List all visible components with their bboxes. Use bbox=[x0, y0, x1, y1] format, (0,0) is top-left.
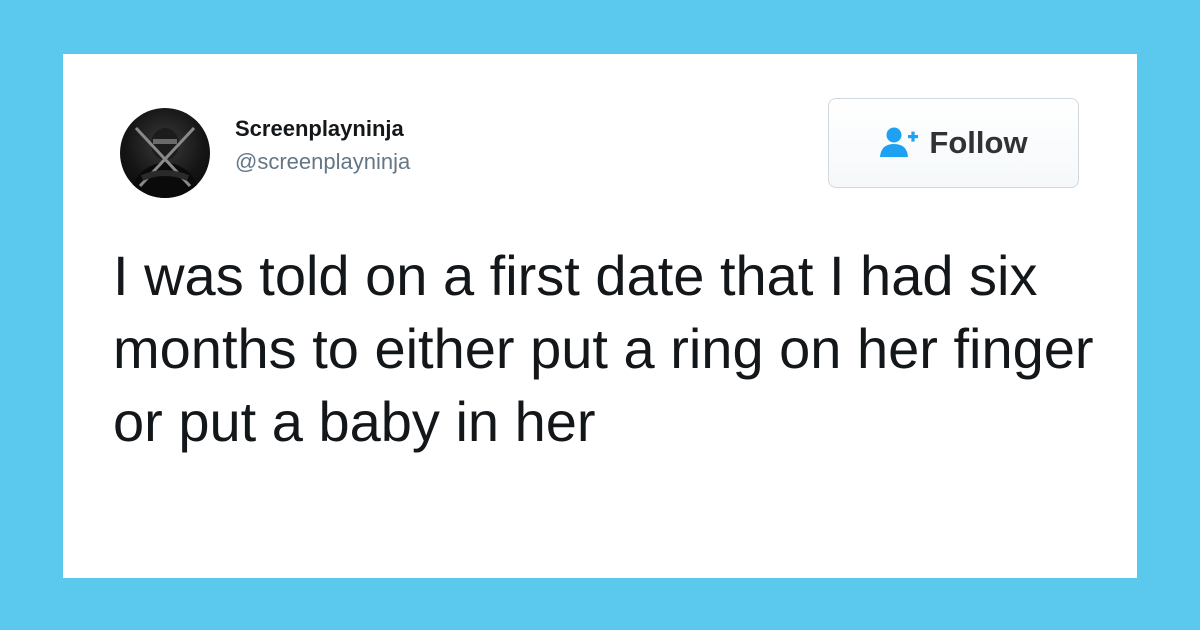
ninja-avatar-icon bbox=[128, 126, 202, 198]
follow-button[interactable]: Follow bbox=[828, 98, 1079, 188]
tweet-card: Screenplayninja @screenplayninja Follow … bbox=[63, 54, 1137, 578]
author-handle[interactable]: @screenplayninja bbox=[235, 149, 410, 175]
author-display-name[interactable]: Screenplayninja bbox=[235, 116, 404, 142]
tweet-text: I was told on a first date that I had si… bbox=[113, 244, 1094, 453]
avatar[interactable] bbox=[120, 108, 210, 198]
follow-label: Follow bbox=[929, 125, 1028, 160]
add-user-icon bbox=[879, 126, 919, 160]
